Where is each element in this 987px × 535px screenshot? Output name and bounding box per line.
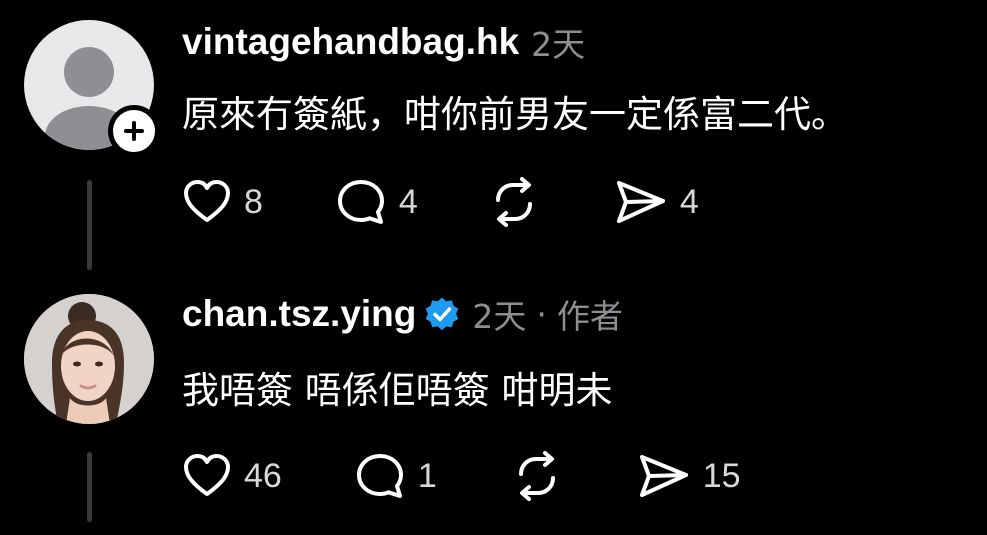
plus-icon (124, 121, 144, 141)
like-button[interactable]: 46 (182, 451, 282, 501)
repost-icon (495, 177, 532, 227)
verified-icon (426, 297, 459, 331)
like-count: 8 (244, 182, 263, 221)
share-count: 4 (679, 182, 699, 221)
action-bar: 8 4 4 (182, 176, 699, 228)
comment-header: chan.tsz.ying 2天 · 作者 (182, 290, 623, 338)
comment-1: vintagehandbag.hk 2天 原來冇簽紙，咁你前男友一定係富二代。 … (0, 0, 987, 270)
reply-button[interactable]: 1 (354, 450, 437, 502)
like-count: 46 (244, 456, 282, 495)
username[interactable]: chan.tsz.ying (182, 293, 416, 335)
comment-icon (337, 180, 384, 224)
like-button[interactable]: 8 (182, 177, 263, 227)
username[interactable]: vintagehandbag.hk (182, 21, 519, 63)
reply-count: 4 (398, 182, 418, 221)
comment-2: chan.tsz.ying 2天 · 作者 我唔簽 唔係佢唔簽 咁明未 46 1 (0, 270, 987, 535)
send-icon (639, 455, 688, 497)
repost-button[interactable] (486, 176, 542, 228)
profile-photo (24, 294, 154, 424)
verified-badge (424, 296, 460, 332)
thread-line (87, 180, 92, 270)
follow-button[interactable] (108, 105, 160, 157)
reply-count: 1 (417, 456, 437, 495)
share-button[interactable]: 15 (637, 451, 741, 501)
reply-button[interactable]: 4 (335, 176, 418, 228)
repost-button[interactable] (509, 450, 565, 502)
avatar-photo[interactable] (24, 294, 154, 424)
comment-text: 我唔簽 唔係佢唔簽 咁明未 (182, 369, 613, 412)
share-count: 15 (702, 456, 741, 495)
author-label: 作者 (556, 297, 623, 336)
comment-icon (356, 454, 403, 498)
separator-dot: · (536, 294, 547, 334)
thread-line (87, 452, 92, 522)
send-icon (616, 181, 665, 223)
share-button[interactable]: 4 (614, 177, 699, 227)
comment-text: 原來冇簽紙，咁你前男友一定係富二代。 (182, 93, 848, 136)
heart-icon (184, 180, 230, 222)
repost-icon (518, 451, 555, 501)
comment-header: vintagehandbag.hk 2天 (182, 18, 585, 66)
action-bar: 46 1 15 (182, 450, 741, 502)
timestamp: 2天 (472, 297, 527, 336)
heart-icon (184, 454, 230, 496)
timestamp: 2天 (531, 25, 586, 64)
